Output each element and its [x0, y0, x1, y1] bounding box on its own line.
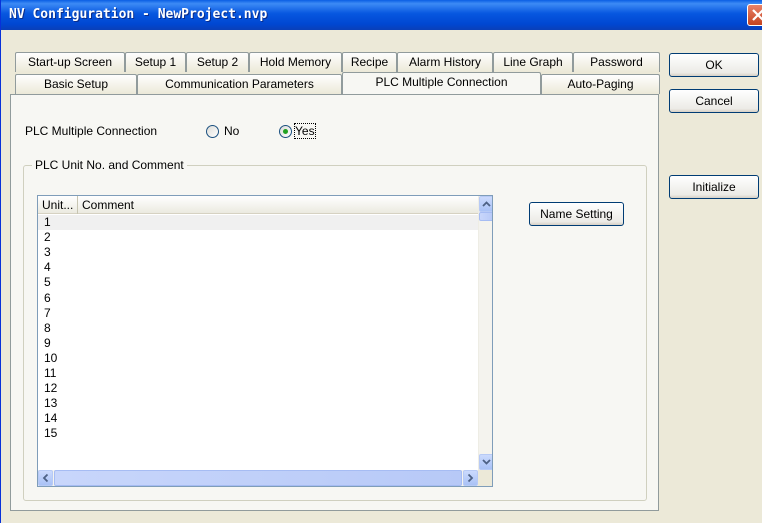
table-row[interactable]: 10 — [38, 351, 478, 366]
unit-number-cell: 2 — [44, 230, 51, 245]
chevron-left-icon — [42, 473, 49, 483]
unit-number-cell: 15 — [44, 426, 58, 441]
scroll-right-button[interactable] — [463, 470, 478, 486]
table-row[interactable]: 5 — [38, 275, 478, 290]
tab-password[interactable]: Password — [573, 52, 660, 72]
horizontal-scroll-thumb[interactable] — [54, 470, 462, 486]
tab-start-up-screen[interactable]: Start-up Screen — [15, 52, 125, 72]
plc-unit-list[interactable]: Unit... Comment 1 2 3 4 5 6 7 8 9 10 11 12 13 14 15 — [37, 195, 493, 487]
table-row[interactable]: 4 — [38, 260, 478, 275]
table-row[interactable]: 13 — [38, 396, 478, 411]
table-row[interactable]: 11 — [38, 366, 478, 381]
list-header: Unit... Comment — [38, 196, 478, 214]
name-setting-button[interactable]: Name Setting — [529, 202, 624, 226]
horizontal-scrollbar[interactable] — [38, 470, 478, 486]
table-row[interactable]: 6 — [38, 291, 478, 306]
scroll-down-button[interactable] — [479, 454, 492, 470]
cancel-button[interactable]: Cancel — [669, 89, 759, 113]
chevron-down-icon — [482, 459, 491, 465]
table-row[interactable]: 14 — [38, 411, 478, 426]
unit-number-cell: 12 — [44, 381, 58, 396]
table-row[interactable]: 8 — [38, 321, 478, 336]
vertical-scroll-thumb[interactable] — [479, 212, 492, 221]
window-title: NV Configuration - NewProject.nvp — [9, 7, 268, 22]
tab-hold-memory[interactable]: Hold Memory — [249, 52, 342, 72]
table-row[interactable]: 2 — [38, 230, 478, 245]
column-header-unit[interactable]: Unit... — [38, 196, 78, 214]
table-row[interactable]: 1 — [38, 215, 478, 230]
close-icon[interactable] — [747, 4, 762, 26]
tab-alarm-history[interactable]: Alarm History — [397, 52, 493, 72]
scroll-up-button[interactable] — [479, 196, 492, 212]
radio-yes-label[interactable]: Yes — [294, 123, 316, 139]
unit-number-cell: 9 — [44, 335, 51, 350]
tab-auto-paging[interactable]: Auto-Paging — [541, 74, 660, 94]
radio-no[interactable] — [206, 125, 219, 138]
initialize-button[interactable]: Initialize — [669, 175, 759, 199]
table-row[interactable]: 12 — [38, 381, 478, 396]
unit-number-cell: 8 — [44, 320, 51, 335]
table-row[interactable]: 9 — [38, 336, 478, 351]
unit-number-cell: 7 — [44, 305, 51, 320]
radio-no-label[interactable]: No — [224, 124, 239, 138]
scroll-left-button[interactable] — [38, 470, 53, 486]
unit-number-cell: 3 — [44, 245, 51, 260]
chevron-right-icon — [467, 473, 474, 483]
radio-selected-dot — [283, 129, 288, 134]
title-bar: NV Configuration - NewProject.nvp — [1, 0, 762, 30]
scrollbar-corner — [478, 470, 492, 486]
table-row[interactable]: 3 — [38, 245, 478, 260]
tab-line-graph[interactable]: Line Graph — [493, 52, 573, 72]
unit-number-cell: 11 — [44, 366, 57, 380]
unit-number-cell: 4 — [44, 260, 51, 275]
radio-yes[interactable] — [279, 125, 292, 138]
unit-number-cell: 10 — [44, 350, 58, 365]
unit-number-cell: 6 — [44, 290, 51, 305]
tab-setup-2[interactable]: Setup 2 — [186, 52, 249, 72]
table-row[interactable]: 7 — [38, 306, 478, 321]
config-dialog: NV Configuration - NewProject.nvp Start-… — [0, 0, 762, 523]
column-header-comment[interactable]: Comment — [78, 196, 478, 214]
tab-communication-parameters[interactable]: Communication Parameters — [137, 74, 342, 94]
tab-plc-multiple-connection[interactable]: PLC Multiple Connection — [342, 72, 541, 94]
unit-number-cell: 5 — [44, 275, 51, 290]
table-row[interactable]: 15 — [38, 426, 478, 441]
unit-number-cell: 14 — [44, 411, 58, 426]
ok-button[interactable]: OK — [669, 53, 759, 77]
unit-number-cell: 13 — [44, 396, 58, 411]
tab-basic-setup[interactable]: Basic Setup — [15, 74, 137, 94]
tab-setup-1[interactable]: Setup 1 — [125, 52, 186, 72]
tab-recipe[interactable]: Recipe — [342, 52, 397, 72]
tab-panel: PLC Multiple Connection No Yes PLC Unit … — [10, 94, 659, 511]
vertical-scrollbar[interactable] — [478, 196, 492, 470]
unit-number-cell: 1 — [44, 215, 51, 229]
group-title: PLC Unit No. and Comment — [32, 158, 187, 172]
chevron-up-icon — [482, 201, 491, 207]
plc-multiple-connection-label: PLC Multiple Connection — [25, 124, 158, 138]
